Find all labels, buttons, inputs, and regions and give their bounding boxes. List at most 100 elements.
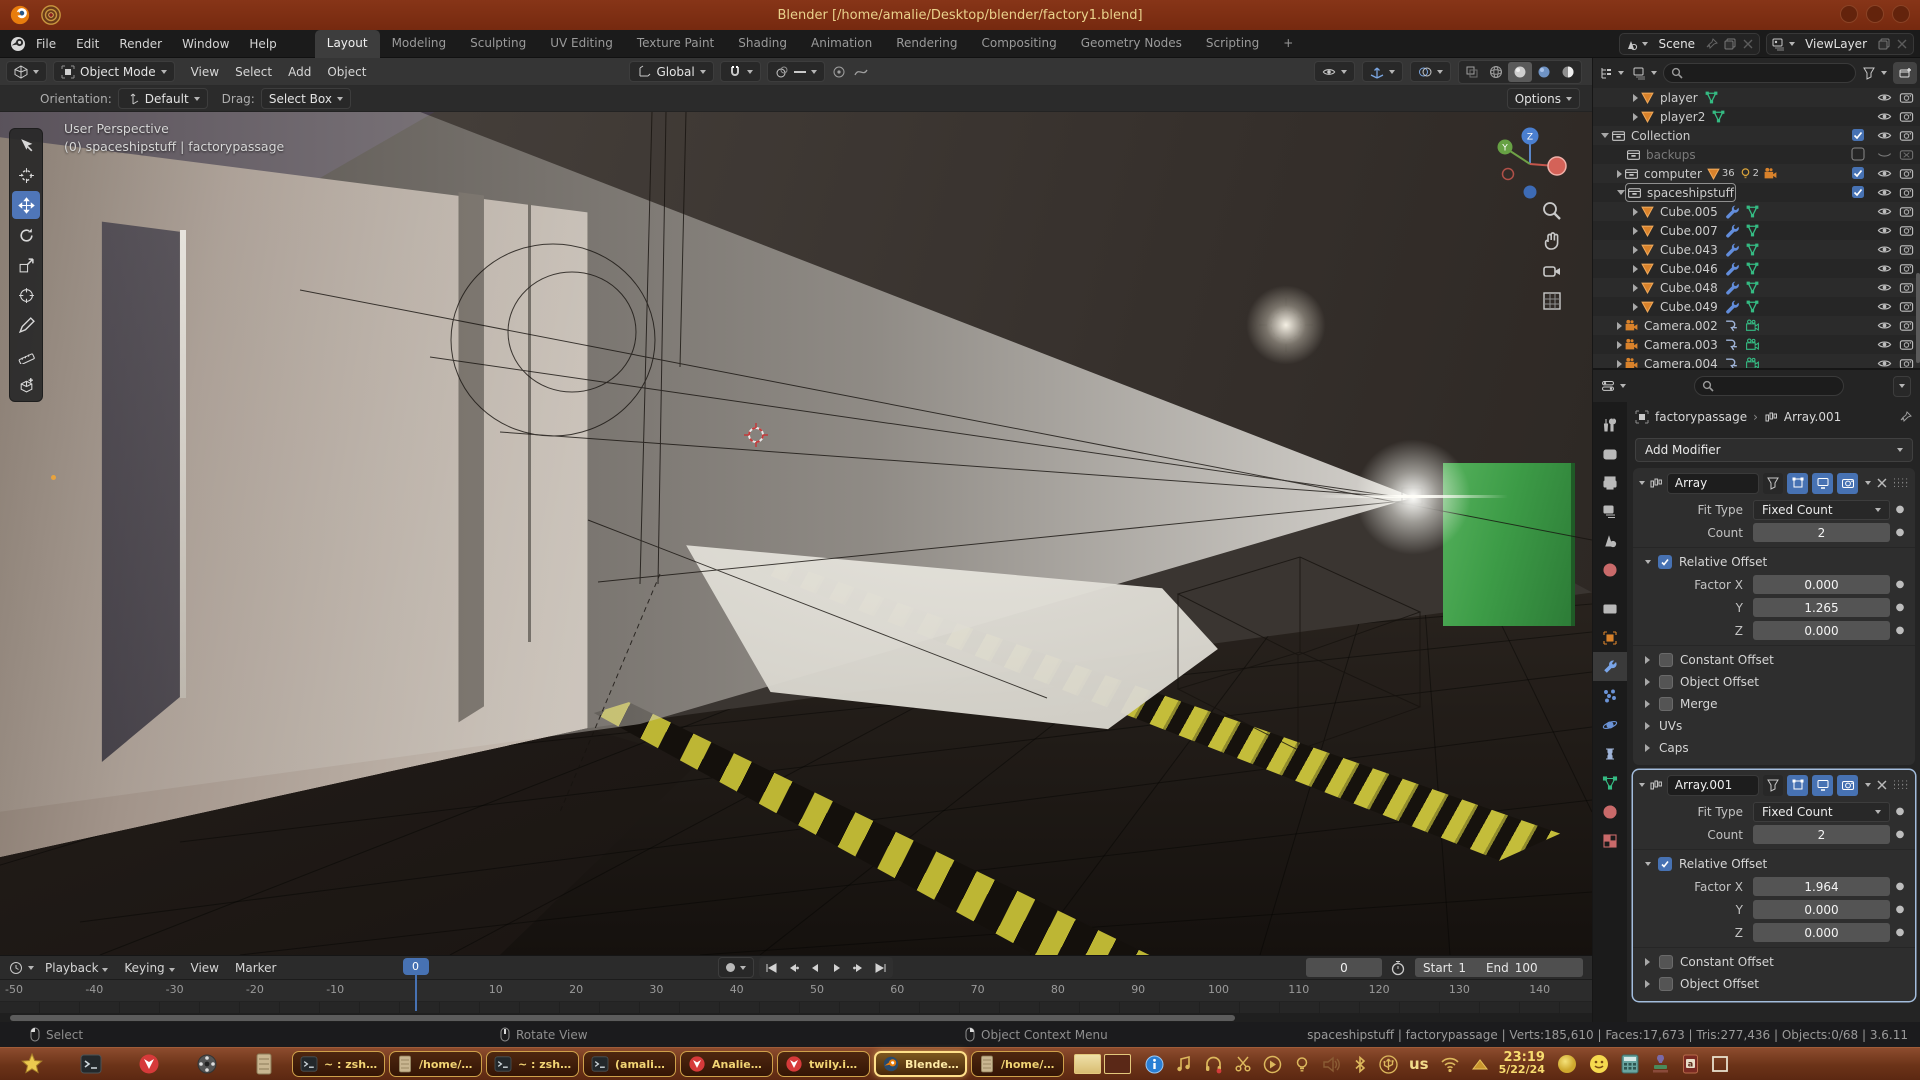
properties-options[interactable] (1893, 376, 1911, 397)
hide-viewport-toggle[interactable] (1877, 128, 1893, 144)
visibility-dropdown[interactable] (1314, 61, 1355, 82)
factor-y-field[interactable]: 0.000 (1753, 900, 1890, 919)
outliner-row-cube-007[interactable]: Cube.007 (1593, 221, 1920, 240)
transform-orientation-selector[interactable]: Global (629, 61, 713, 82)
hide-viewport-toggle[interactable] (1877, 280, 1893, 296)
workspace-tab-animation[interactable]: Animation (799, 30, 884, 58)
timeline-ruler[interactable]: -50-40-30-20-100102030405060708090100110… (0, 980, 1592, 1002)
tray-window-box[interactable] (1711, 1055, 1729, 1073)
hide-viewport-toggle[interactable] (1877, 261, 1893, 277)
properties-tab-object[interactable] (1593, 623, 1627, 652)
taskbar-window-5[interactable]: AnalieStar … (680, 1051, 773, 1077)
workspace-tab-uv-editing[interactable]: UV Editing (538, 30, 625, 58)
properties-tab-modifiers[interactable] (1593, 652, 1627, 681)
proportional-falloff-icon[interactable] (831, 64, 847, 80)
expand-icon[interactable] (1645, 678, 1650, 686)
view-layer-selector[interactable]: ViewLayer (1766, 33, 1914, 55)
clock-widget[interactable]: 23:19 5/22/24 (1499, 1052, 1545, 1076)
tool-select-box[interactable] (12, 131, 40, 159)
drag-handle[interactable]: :::::::: (1893, 781, 1909, 789)
expand-icon[interactable] (1645, 744, 1650, 752)
delete-modifier-icon[interactable] (1875, 778, 1889, 792)
pin-id-icon[interactable] (1899, 410, 1913, 424)
hide-viewport-toggle[interactable] (1877, 185, 1893, 201)
timeline-editor-type[interactable] (6, 957, 37, 978)
shading-rendered-button[interactable] (1556, 62, 1580, 82)
collection-checkbox[interactable] (1851, 185, 1867, 201)
tray-play[interactable] (1263, 1055, 1282, 1074)
falloff-curve-icon[interactable] (853, 64, 869, 80)
timeline-tick[interactable]: 40 (717, 983, 757, 996)
timeline-tick[interactable]: -50 (0, 983, 34, 996)
tray-info[interactable] (1145, 1055, 1164, 1074)
show-in-viewport-toggle[interactable] (1812, 473, 1833, 494)
show-on-cage-toggle[interactable] (1763, 775, 1784, 796)
hide-render-toggle[interactable] (1899, 166, 1915, 182)
snapping-button[interactable] (720, 61, 761, 82)
tray-keyboard-layout[interactable]: us (1409, 1055, 1429, 1073)
object-offset-section[interactable]: Object Offset (1680, 977, 1759, 991)
tray-volume-muted[interactable] (1322, 1055, 1341, 1074)
3d-viewport[interactable]: User Perspective (0) spaceshipstuff | fa… (0, 112, 1592, 955)
app-menu-edit[interactable]: Edit (66, 33, 109, 55)
camera-view-icon[interactable] (1541, 260, 1563, 282)
properties-tab-physics[interactable] (1593, 710, 1627, 739)
fit-type-dropdown[interactable]: Fixed Count (1753, 802, 1890, 822)
playhead-line[interactable] (415, 975, 417, 1011)
hide-render-toggle[interactable] (1899, 204, 1915, 220)
timeline-tick[interactable]: -10 (315, 983, 355, 996)
properties-tab-collection[interactable] (1593, 594, 1627, 623)
gizmo-x-axis[interactable] (1548, 157, 1566, 175)
workspace-tab-shading[interactable]: Shading (726, 30, 799, 58)
blender-menu-icon[interactable] (10, 36, 26, 52)
launcher-browser[interactable] (138, 1053, 160, 1075)
tray-calculator[interactable] (1621, 1054, 1639, 1074)
timeline-menu-marker[interactable]: Marker (227, 957, 284, 979)
properties-tab-texture[interactable] (1593, 826, 1627, 855)
properties-tab-world[interactable] (1593, 555, 1627, 584)
breadcrumb-object[interactable]: factorypassage (1655, 410, 1747, 424)
outliner-row-collection[interactable]: Collection (1593, 126, 1920, 145)
new-collection-button[interactable] (1893, 62, 1917, 84)
expand-toggle[interactable] (1617, 322, 1622, 330)
frame-range-widget[interactable]: Start 1 End 100 (1415, 958, 1583, 977)
timeline-tick[interactable]: 120 (1359, 983, 1399, 996)
editor-type-button[interactable] (6, 61, 47, 82)
desktop-1-button[interactable] (1074, 1054, 1101, 1074)
expand-toggle[interactable] (1633, 208, 1638, 216)
viewport-menu-view[interactable]: View (183, 61, 227, 83)
timeline-tick[interactable]: 80 (1038, 983, 1078, 996)
new-scene-icon[interactable] (1723, 37, 1737, 51)
shading-solid-button[interactable] (1508, 62, 1532, 82)
timeline-tick[interactable]: 50 (797, 983, 837, 996)
outliner-scrollbar[interactable] (1916, 273, 1920, 363)
modifier-extras-dropdown[interactable] (1865, 481, 1871, 485)
outliner-row-spaceshipstuff[interactable]: spaceshipstuff (1593, 183, 1920, 202)
outliner-row-camera-004[interactable]: Camera.004 (1593, 354, 1920, 368)
timeline-tick[interactable]: 30 (636, 983, 676, 996)
modifier-name-field[interactable]: Array (1667, 473, 1759, 494)
tray-bluetooth[interactable] (1352, 1055, 1368, 1074)
expand-toggle[interactable] (1617, 190, 1625, 195)
taskbar-window-8[interactable]: /home/ama… (971, 1051, 1064, 1077)
constant-offset-section[interactable]: Constant Offset (1680, 653, 1774, 667)
collapse-icon[interactable] (1639, 481, 1645, 485)
expand-toggle[interactable] (1633, 246, 1638, 254)
pan-hand-icon[interactable] (1541, 230, 1563, 252)
modifier-extras-dropdown[interactable] (1865, 783, 1871, 787)
tray-dictionary[interactable]: a (1682, 1054, 1699, 1074)
hide-render-toggle[interactable] (1899, 337, 1915, 353)
hide-render-toggle[interactable] (1899, 223, 1915, 239)
taskbar-window-1[interactable]: ~ : zsh — Ko… (292, 1051, 385, 1077)
playhead-badge[interactable]: 0 (403, 958, 429, 975)
timeline-tick[interactable]: 90 (1118, 983, 1158, 996)
tray-usb[interactable] (1379, 1055, 1398, 1074)
timeline-tick[interactable]: -30 (155, 983, 195, 996)
collapse-icon[interactable] (1639, 783, 1645, 787)
expand-icon[interactable] (1645, 656, 1650, 664)
outliner-row-player2[interactable]: player2 (1593, 107, 1920, 126)
overlays-dropdown[interactable] (1410, 61, 1451, 82)
timeline-tick[interactable]: 100 (1199, 983, 1239, 996)
hide-viewport-toggle[interactable] (1877, 318, 1893, 334)
hide-viewport-toggle[interactable] (1877, 242, 1893, 258)
